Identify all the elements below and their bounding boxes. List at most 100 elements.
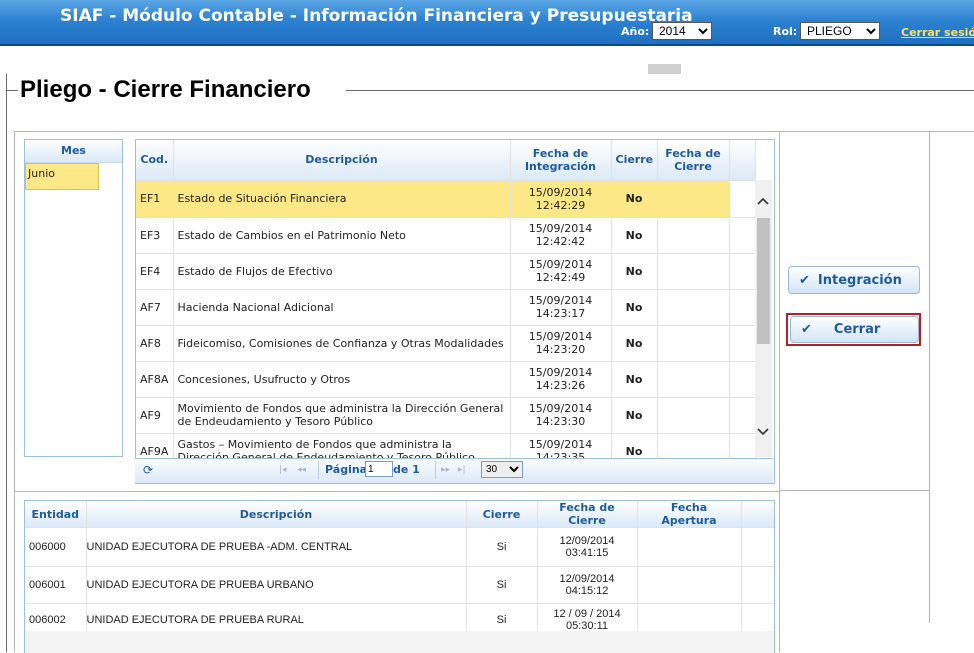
row-desc: Movimiento de Fondos que administra la D… (173, 397, 511, 434)
row-date: 15/09/2014 14:23:20 (510, 325, 612, 362)
col-fecha-cierre[interactable]: Fecha de Cierre (537, 501, 638, 528)
month-grid: Mes Junio (24, 139, 123, 457)
col-descripcion[interactable]: Descripción (173, 140, 511, 181)
page-title: Pliego - Cierre Financiero (20, 76, 311, 103)
page-input[interactable] (365, 461, 393, 477)
entity-grid-footer (25, 631, 774, 653)
row-cod: AF8A (136, 361, 174, 398)
row-cierre: No (611, 325, 658, 362)
cerrar-button-label: Cerrar (833, 322, 881, 337)
row-apertura (637, 527, 742, 567)
row-desc: Hacienda Nacional Adicional (173, 289, 511, 326)
row-fecha-cierre (657, 325, 730, 362)
frame-line (14, 491, 780, 492)
frame-line (779, 490, 930, 491)
month-header: Mes (25, 140, 122, 163)
row-fecha-cierre (657, 397, 730, 434)
entity-header-row: Entidad Descripción Cierre Fecha de Cier… (25, 501, 774, 528)
row-desc: Concesiones, Usufructo y Otros (173, 361, 511, 398)
row-date: 15/09/2014 12:42:29 (510, 180, 612, 218)
entity-table: Entidad Descripción Cierre Fecha de Cier… (25, 501, 774, 636)
row-date: 15/09/2014 14:23:26 (510, 361, 612, 398)
row-cierre: Si (466, 566, 538, 604)
row-entidad: 006000 (25, 527, 87, 567)
row-cod: EF3 (136, 217, 174, 254)
year-label: Año: (621, 25, 650, 38)
table-row[interactable]: AF8 Fideicomiso, Comisiones de Confianza… (136, 325, 756, 362)
table-row[interactable]: 006000 UNIDAD EJECUTORA DE PRUEBA -ADM. … (25, 527, 774, 567)
refresh-icon[interactable]: ⟳ (143, 463, 153, 477)
check-icon: ✔ (799, 272, 810, 288)
integracion-button[interactable]: ✔ Integración (788, 266, 920, 294)
scroll-up-icon[interactable] (756, 194, 770, 210)
frame-line (14, 131, 15, 652)
row-fecha-cierre (657, 253, 730, 290)
col-descripcion[interactable]: Descripción (86, 501, 467, 528)
row-apertura (637, 566, 742, 604)
role-select[interactable]: PLIEGO (800, 22, 880, 40)
header-separator (0, 44, 974, 46)
row-cierre: No (611, 253, 658, 290)
row-cod: AF8 (136, 325, 174, 362)
frame-line (14, 131, 974, 132)
row-cierre: No (611, 361, 658, 398)
integracion-button-label: Integración (817, 272, 902, 288)
row-date: 15/09/2014 12:42:49 (510, 253, 612, 290)
ef-scrollbar-thumb[interactable] (757, 218, 770, 344)
role-label: Rol: (773, 25, 798, 38)
col-spacer (729, 140, 756, 181)
row-desc: UNIDAD EJECUTORA DE PRUEBA URBANO (86, 566, 467, 604)
table-row[interactable]: EF4 Estado de Flujos de Efectivo 15/09/2… (136, 253, 756, 290)
fieldset-border-left (6, 74, 7, 652)
col-cod[interactable]: Cod. (136, 140, 174, 181)
app-title: SIAF - Módulo Contable - Información Fin… (60, 6, 693, 26)
page-size-select[interactable]: 30 (481, 461, 523, 478)
row-cod: AF9 (136, 397, 174, 434)
row-entidad: 006001 (25, 566, 87, 604)
cerrar-button[interactable]: ✔ Cerrar (790, 316, 919, 343)
table-row[interactable]: EF3 Estado de Cambios en el Patrimonio N… (136, 217, 756, 254)
row-desc: Estado de Cambios en el Patrimonio Neto (173, 217, 511, 254)
row-date: 12/09/2014 03:41:15 (537, 527, 638, 567)
row-cierre: Si (466, 527, 538, 567)
check-icon: ✔ (801, 322, 812, 337)
row-date: 15/09/2014 14:23:30 (510, 397, 612, 434)
row-cod: AF7 (136, 289, 174, 326)
table-row[interactable]: 006001 UNIDAD EJECUTORA DE PRUEBA URBANO… (25, 566, 774, 604)
table-row[interactable]: AF8A Concesiones, Usufructo y Otros 15/0… (136, 361, 756, 398)
row-desc: Estado de Flujos de Efectivo (173, 253, 511, 290)
row-cierre: No (611, 180, 658, 218)
last-page-icon[interactable]: ▸| (458, 465, 466, 475)
logout-link[interactable]: Cerrar sesión (901, 26, 974, 39)
row-fecha-cierre (657, 361, 730, 398)
year-select[interactable]: 2014 (652, 22, 712, 40)
pager-divider (435, 461, 436, 479)
row-date: 15/09/2014 14:23:17 (510, 289, 612, 326)
ef-grid: Cod. Descripción Fecha de Integración Ci… (135, 139, 775, 484)
col-cierre[interactable]: Cierre (466, 501, 538, 528)
row-cod: EF1 (136, 180, 174, 218)
table-row[interactable]: AF7 Hacienda Nacional Adicional 15/09/20… (136, 289, 756, 326)
table-row[interactable]: EF1 Estado de Situación Financiera 15/09… (136, 180, 756, 218)
next-page-icon[interactable]: ▸▸ (441, 465, 450, 475)
col-cierre[interactable]: Cierre (611, 140, 658, 181)
tab-indicator (648, 64, 681, 74)
row-fecha-cierre (657, 289, 730, 326)
row-cierre: No (611, 397, 658, 434)
ef-header-row: Cod. Descripción Fecha de Integración Ci… (136, 140, 756, 181)
month-item-junio[interactable]: Junio (25, 163, 99, 190)
col-fecha-integracion[interactable]: Fecha de Integración (510, 140, 612, 181)
page-of-label: de 1 (393, 463, 420, 476)
row-fecha-cierre (657, 180, 730, 218)
row-date: 15/09/2014 12:42:42 (510, 217, 612, 254)
table-row[interactable]: AF9 Movimiento de Fondos que administra … (136, 397, 756, 434)
prev-page-icon[interactable]: ◂◂ (297, 465, 306, 475)
row-desc: Estado de Situación Financiera (173, 180, 511, 218)
scroll-down-icon[interactable] (756, 427, 770, 440)
page-label: Página (325, 463, 368, 476)
col-fecha-apertura[interactable]: Fecha Apertura (637, 501, 742, 528)
col-fecha-cierre[interactable]: Fecha de Cierre (657, 140, 730, 181)
col-entidad[interactable]: Entidad (25, 501, 87, 528)
first-page-icon[interactable]: |◂ (279, 465, 287, 475)
fieldset-border-top-right (346, 90, 974, 91)
